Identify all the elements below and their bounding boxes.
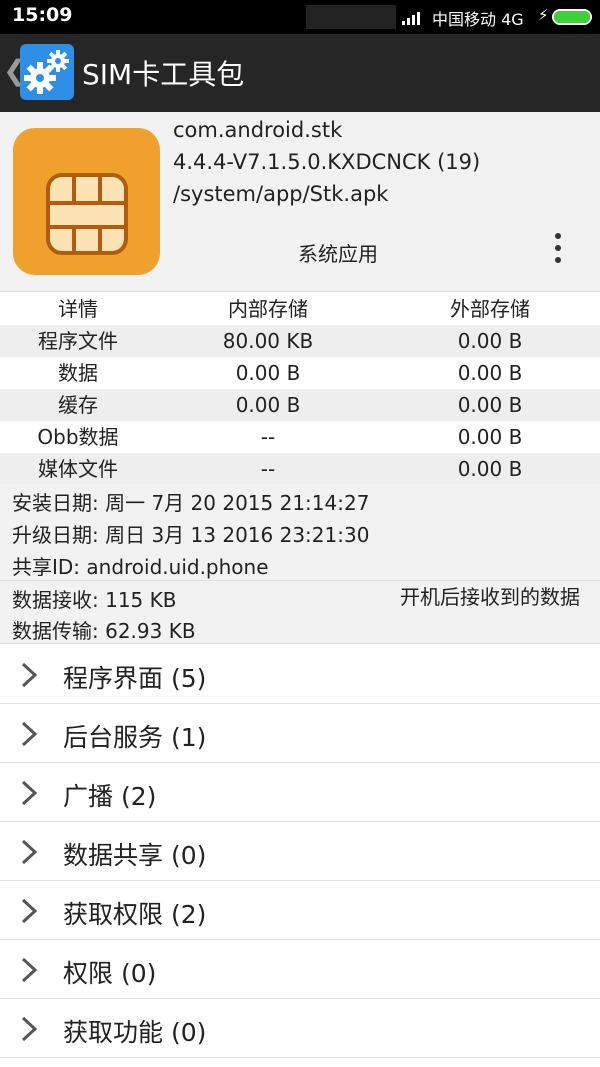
- table-cell: 程序文件: [38, 329, 118, 353]
- section-providers[interactable]: 数据共享 (0): [0, 822, 600, 881]
- storage-table: 详情 内部存储 外部存储 程序文件 80.00 KB 0.00 B 数据 0.0…: [0, 293, 600, 485]
- table-cell: 媒体文件: [38, 457, 118, 481]
- table-cell: 80.00 KB: [222, 329, 314, 353]
- section-label: 数据共享 (0): [63, 841, 207, 870]
- section-uses-permissions[interactable]: 获取权限 (2): [0, 881, 600, 940]
- signal-icon: [402, 12, 420, 25]
- data-sent: 数据传输: 62.93 KB: [12, 619, 196, 643]
- chevron-right-icon: [21, 662, 38, 688]
- table-header-row: 详情 内部存储 外部存储: [0, 293, 600, 325]
- column-header: 外部存储: [450, 297, 530, 321]
- section-receivers[interactable]: 广播 (2): [0, 763, 600, 822]
- table-cell: 0.00 B: [457, 361, 523, 385]
- app-bar: ❮ SIM卡工具包: [0, 34, 600, 112]
- table-cell: 数据: [58, 361, 98, 385]
- table-cell: --: [260, 457, 276, 481]
- status-time: 15:09: [12, 4, 73, 26]
- section-label: 程序界面 (5): [63, 664, 207, 693]
- traffic-info: 数据接收: 115 KB 数据传输: 62.93 KB 开机后接收到的数据: [0, 580, 600, 644]
- status-notch: [306, 5, 396, 29]
- column-header: 内部存储: [228, 297, 308, 321]
- sim-card-icon: [13, 128, 160, 275]
- package-header: com.android.stk 4.4.4-V7.1.5.0.KXDCNCK (…: [0, 112, 600, 292]
- section-permissions[interactable]: 权限 (0): [0, 940, 600, 999]
- battery-icon: [552, 9, 592, 25]
- table-cell: Obb数据: [37, 425, 119, 449]
- install-date: 安装日期: 周一 7月 20 2015 21:14:27: [12, 491, 370, 515]
- charging-icon: ⚡: [538, 6, 549, 24]
- table-cell: 缓存: [58, 393, 98, 417]
- carrier-label: 中国移动 4G: [432, 10, 524, 29]
- table-cell: --: [260, 425, 276, 449]
- table-row: Obb数据 -- 0.00 B: [0, 421, 600, 453]
- gears-icon: [20, 44, 74, 100]
- table-cell: 0.00 B: [457, 393, 523, 417]
- section-label: 获取权限 (2): [63, 900, 207, 929]
- package-type: 系统应用: [298, 242, 378, 266]
- shared-id: 共享ID: android.uid.phone: [12, 555, 269, 579]
- table-cell: 0.00 B: [457, 457, 523, 481]
- package-name: com.android.stk: [173, 118, 343, 142]
- update-date: 升级日期: 周日 3月 13 2016 23:21:30: [12, 523, 370, 547]
- table-row: 程序文件 80.00 KB 0.00 B: [0, 325, 600, 357]
- table-cell: 0.00 B: [457, 329, 523, 353]
- table-row: 缓存 0.00 B 0.00 B: [0, 389, 600, 421]
- data-received: 数据接收: 115 KB: [12, 588, 177, 612]
- section-label: 后台服务 (1): [63, 723, 207, 752]
- table-row: 数据 0.00 B 0.00 B: [0, 357, 600, 389]
- section-label: 权限 (0): [63, 959, 157, 988]
- battery-level-fill: [554, 11, 590, 23]
- chevron-right-icon: [21, 898, 38, 924]
- table-cell: 0.00 B: [235, 393, 301, 417]
- chevron-right-icon: [21, 1016, 38, 1042]
- app-title: SIM卡工具包: [82, 58, 245, 91]
- install-info: 安装日期: 周一 7月 20 2015 21:14:27 升级日期: 周日 3月…: [0, 484, 600, 580]
- chevron-right-icon: [21, 839, 38, 865]
- chevron-right-icon: [21, 721, 38, 747]
- table-cell: 0.00 B: [457, 425, 523, 449]
- section-services[interactable]: 后台服务 (1): [0, 704, 600, 763]
- chevron-right-icon: [21, 780, 38, 806]
- column-header: 详情: [58, 297, 98, 321]
- component-sections: 程序界面 (5) 后台服务 (1) 广播 (2) 数据共享 (0) 获取权限 (…: [0, 645, 600, 1058]
- section-activities[interactable]: 程序界面 (5): [0, 645, 600, 704]
- section-label: 广播 (2): [63, 782, 157, 811]
- section-label: 获取功能 (0): [63, 1018, 207, 1047]
- package-path: /system/app/Stk.apk: [173, 182, 389, 206]
- section-features[interactable]: 获取功能 (0): [0, 999, 600, 1058]
- table-row: 媒体文件 -- 0.00 B: [0, 453, 600, 485]
- chevron-right-icon: [21, 957, 38, 983]
- status-bar: 15:09 中国移动 4G ⚡: [0, 0, 600, 34]
- overflow-menu-icon[interactable]: [548, 230, 568, 268]
- traffic-note: 开机后接收到的数据: [400, 585, 580, 609]
- table-cell: 0.00 B: [235, 361, 301, 385]
- package-version: 4.4.4-V7.1.5.0.KXDCNCK (19): [173, 150, 481, 174]
